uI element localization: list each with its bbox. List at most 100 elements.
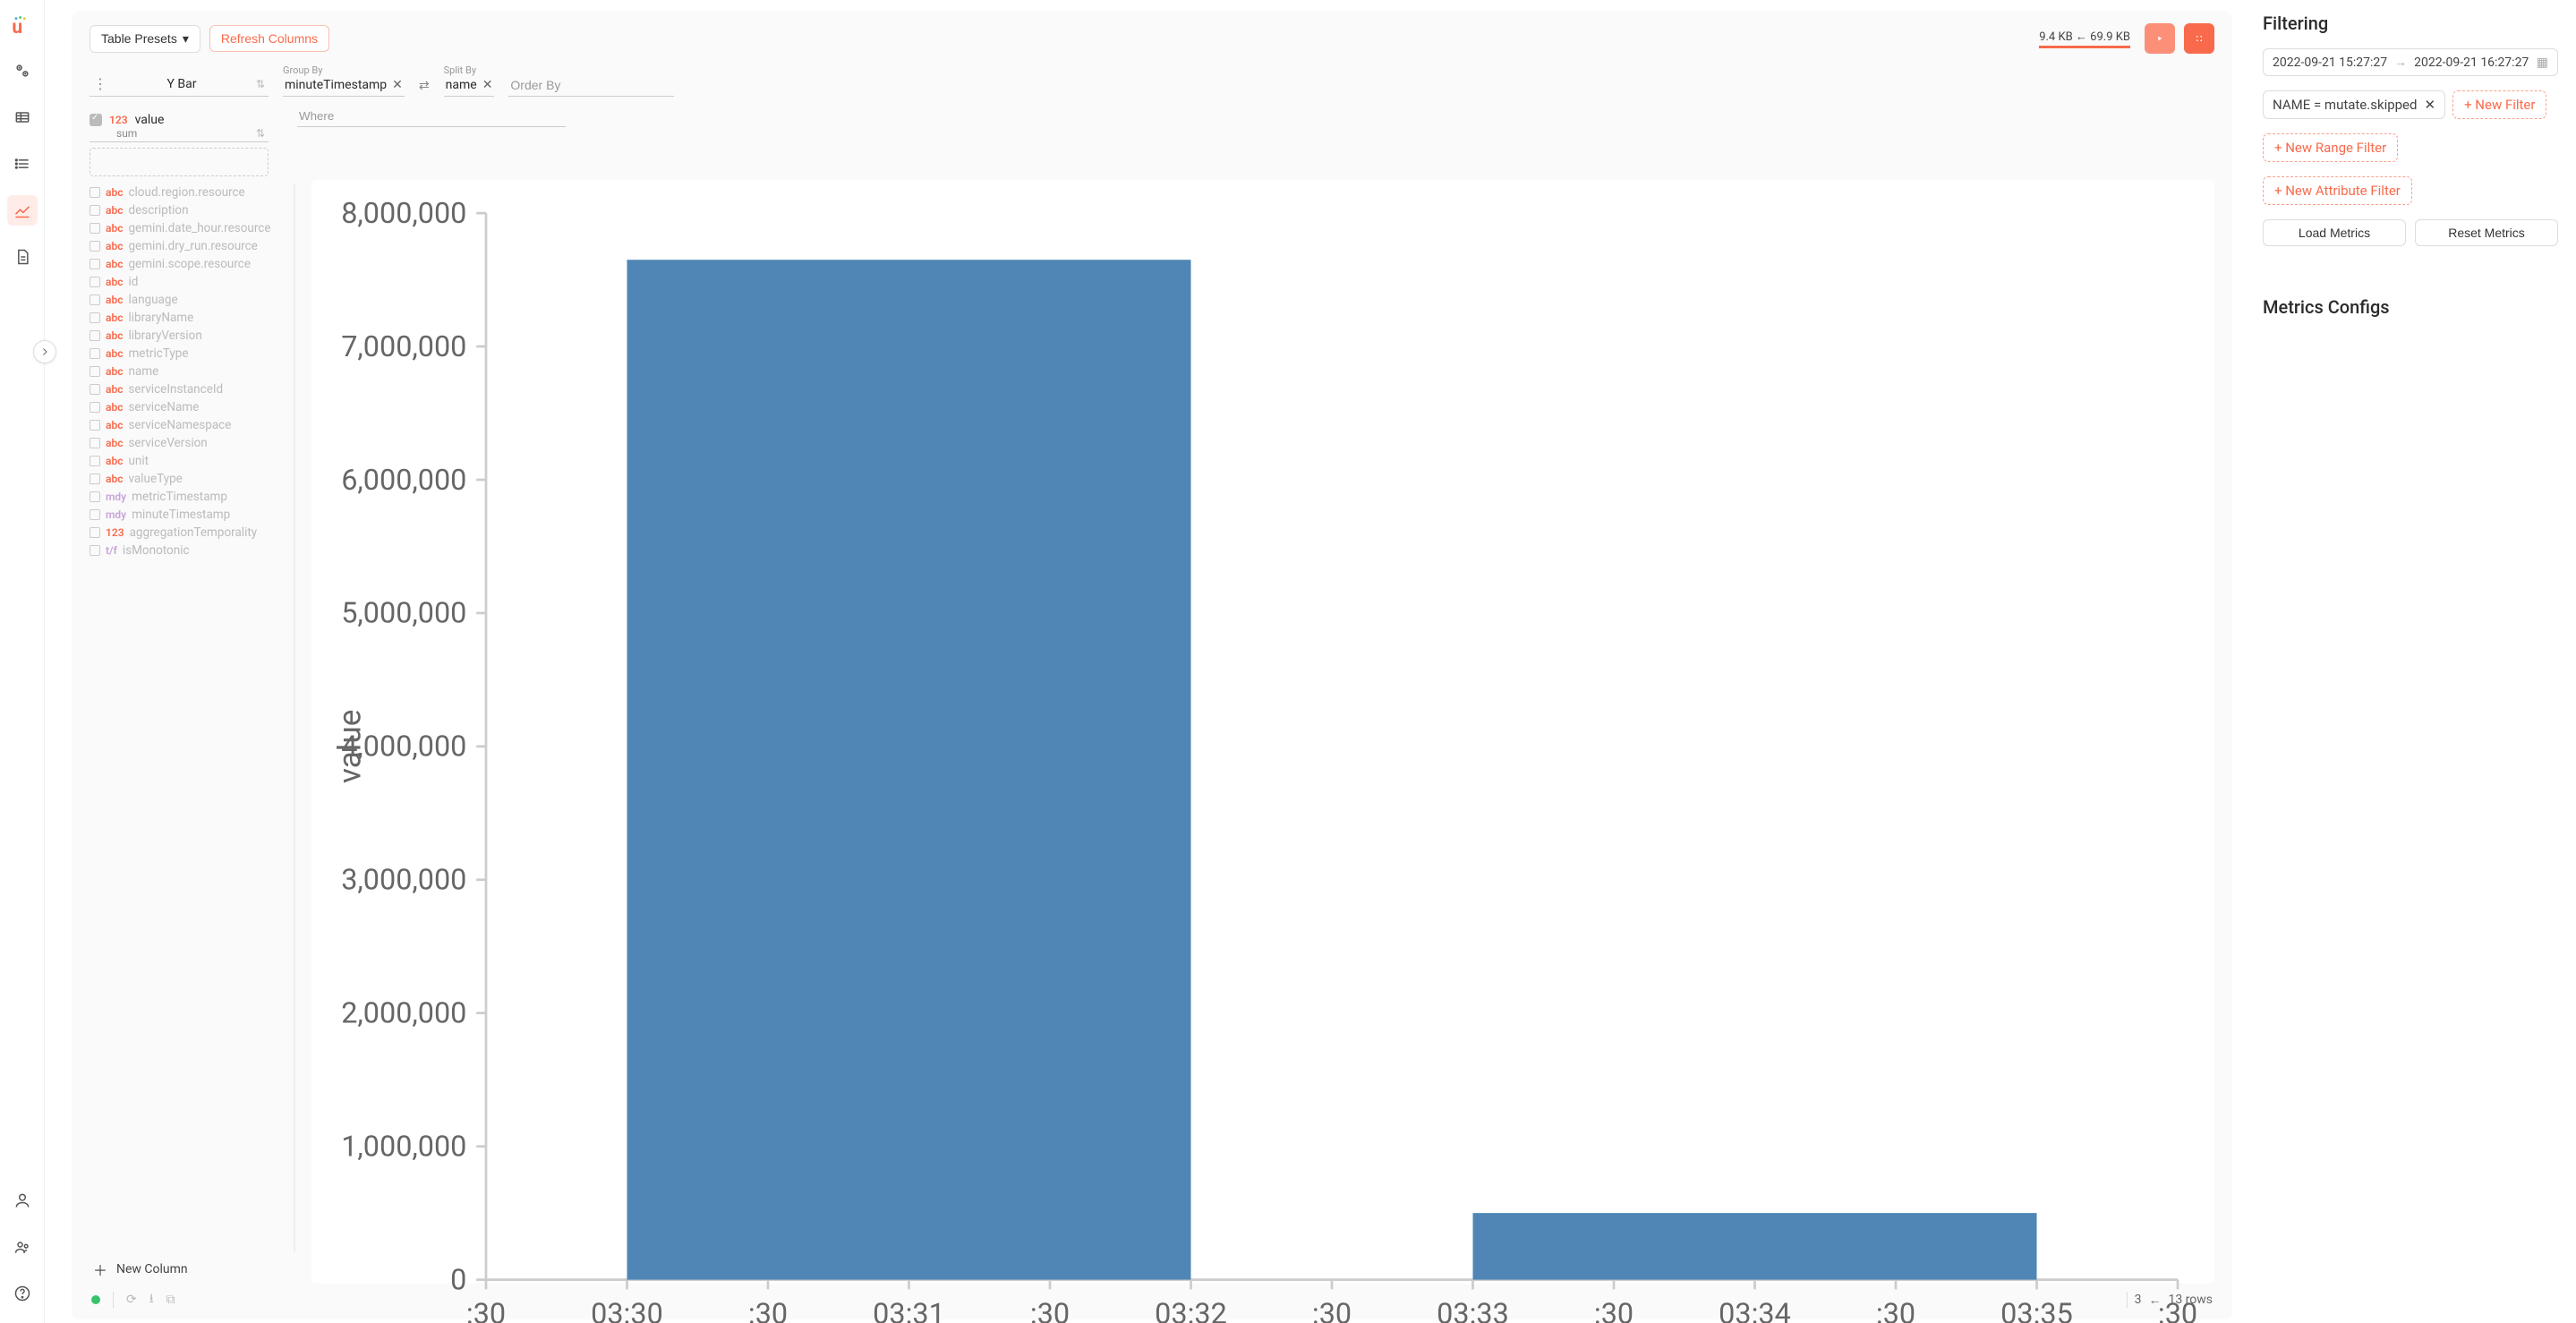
active-filter-chip[interactable]: NAME = mutate.skipped ✕ bbox=[2263, 90, 2445, 119]
checkbox-icon[interactable] bbox=[90, 205, 100, 216]
checkbox-icon[interactable] bbox=[90, 330, 100, 341]
field-item[interactable]: abcgemini.dry_run.resource bbox=[90, 237, 288, 255]
field-name: valueType bbox=[128, 472, 182, 486]
refresh-icon[interactable]: ⟳ bbox=[126, 1293, 137, 1307]
field-item[interactable]: abcmetricType bbox=[90, 345, 288, 363]
field-item[interactable]: t/fisMonotonic bbox=[90, 542, 288, 559]
nav-list-icon[interactable] bbox=[7, 149, 38, 179]
new-filter-button[interactable]: + New Filter bbox=[2452, 90, 2546, 119]
copy-icon[interactable]: ⧉ bbox=[166, 1293, 175, 1307]
field-type-badge: abc bbox=[106, 258, 123, 270]
checkbox-icon[interactable] bbox=[90, 366, 100, 377]
field-item[interactable]: abcgemini.date_hour.resource bbox=[90, 219, 288, 237]
new-range-filter-button[interactable]: + New Range Filter bbox=[2263, 133, 2398, 162]
drag-handle-icon[interactable]: ⋮ bbox=[93, 75, 107, 92]
field-item[interactable]: abcgemini.scope.resource bbox=[90, 255, 288, 273]
checkbox-icon[interactable] bbox=[90, 420, 100, 431]
nav-chart-icon[interactable] bbox=[7, 195, 38, 226]
nav-table-icon[interactable] bbox=[7, 102, 38, 132]
nav-document-icon[interactable] bbox=[7, 242, 38, 272]
svg-text:value: value bbox=[331, 710, 369, 784]
close-icon[interactable]: ✕ bbox=[392, 78, 403, 92]
orderby-input[interactable] bbox=[508, 74, 674, 97]
where-input[interactable] bbox=[297, 106, 566, 127]
svg-text::30: :30 bbox=[2158, 1296, 2197, 1323]
field-item[interactable]: abcserviceNamespace bbox=[90, 416, 288, 434]
checkbox-checked-icon[interactable] bbox=[90, 114, 102, 126]
calendar-icon[interactable]: ▦ bbox=[2537, 55, 2548, 70]
field-item[interactable]: 123aggregationTemporality bbox=[90, 524, 288, 542]
arrow-right-icon: → bbox=[2394, 55, 2407, 70]
field-item[interactable]: abcid bbox=[90, 273, 288, 291]
checkbox-icon[interactable] bbox=[90, 294, 100, 305]
field-item[interactable]: abcunit bbox=[90, 452, 288, 470]
run-button[interactable] bbox=[2145, 23, 2175, 54]
field-item[interactable]: abc libraryVersion bbox=[90, 327, 288, 345]
field-item[interactable]: abccloud.region.resource bbox=[90, 184, 288, 201]
divider bbox=[113, 1292, 114, 1308]
nav-user-icon[interactable] bbox=[7, 1185, 38, 1216]
checkbox-icon[interactable] bbox=[90, 241, 100, 252]
sort-icon[interactable]: ⇅ bbox=[256, 127, 265, 140]
field-type-badge: abc bbox=[106, 329, 123, 342]
table-presets-button[interactable]: Table Presets ▾ bbox=[90, 25, 200, 53]
checkbox-icon[interactable] bbox=[90, 491, 100, 502]
nav-team-icon[interactable] bbox=[7, 1232, 38, 1262]
field-item[interactable]: abcserviceName bbox=[90, 398, 288, 416]
close-icon[interactable]: ✕ bbox=[2424, 97, 2435, 113]
checkbox-icon[interactable] bbox=[90, 456, 100, 466]
checkbox-icon[interactable] bbox=[90, 312, 100, 323]
checkbox-icon[interactable] bbox=[90, 545, 100, 556]
checkbox-icon[interactable] bbox=[90, 402, 100, 413]
splitby-chip[interactable]: name ✕ bbox=[444, 76, 495, 97]
checkbox-icon[interactable] bbox=[90, 509, 100, 520]
value-row[interactable]: 123 value bbox=[90, 113, 283, 127]
download-icon[interactable]: ⭳ bbox=[149, 1289, 154, 1310]
field-item[interactable]: abclibraryName bbox=[90, 309, 288, 327]
rail-expand-button[interactable] bbox=[33, 340, 56, 363]
refresh-columns-button[interactable]: Refresh Columns bbox=[209, 25, 329, 52]
checkbox-icon[interactable] bbox=[90, 384, 100, 395]
field-dropzone[interactable] bbox=[90, 148, 269, 176]
field-name: libraryVersion bbox=[128, 329, 201, 343]
field-item[interactable]: mdyminuteTimestamp bbox=[90, 506, 288, 524]
field-item[interactable]: abclanguage bbox=[90, 291, 288, 309]
field-item[interactable]: abcname bbox=[90, 363, 288, 380]
swap-icon[interactable]: ⇄ bbox=[419, 79, 430, 97]
field-item[interactable]: mdymetricTimestamp bbox=[90, 488, 288, 506]
field-list[interactable]: abccloud.region.resourceabcdescriptionab… bbox=[90, 184, 295, 1251]
checkbox-icon[interactable] bbox=[90, 527, 100, 538]
field-name: libraryName bbox=[128, 311, 193, 325]
svg-text::30: :30 bbox=[1030, 1296, 1070, 1323]
nav-help-icon[interactable] bbox=[7, 1278, 38, 1309]
card-toolbar: Table Presets ▾ Refresh Columns 9.4 KB ←… bbox=[90, 23, 2214, 54]
checkbox-icon[interactable] bbox=[90, 223, 100, 234]
new-column-button[interactable]: ＋ New Column bbox=[90, 1251, 295, 1284]
field-item[interactable]: abcserviceVersion bbox=[90, 434, 288, 452]
reset-metrics-button[interactable]: Reset Metrics bbox=[2415, 219, 2558, 246]
load-metrics-button[interactable]: Load Metrics bbox=[2263, 219, 2406, 246]
new-attribute-filter-button[interactable]: + New Attribute Filter bbox=[2263, 176, 2412, 205]
close-icon[interactable]: ✕ bbox=[482, 78, 493, 92]
bar-chart[interactable]: 01,000,0002,000,0003,000,0004,000,0005,0… bbox=[317, 189, 2202, 1323]
nav-settings-icon[interactable] bbox=[7, 55, 38, 86]
checkbox-icon[interactable] bbox=[90, 277, 100, 287]
svg-text::30: :30 bbox=[748, 1296, 788, 1323]
checkbox-icon[interactable] bbox=[90, 187, 100, 198]
date-range-picker[interactable]: 2022-09-21 15:27:27 → 2022-09-21 16:27:2… bbox=[2263, 48, 2558, 76]
ybar-label: Y Bar bbox=[166, 77, 196, 91]
aggregation-select[interactable]: sum ⇅ bbox=[90, 127, 269, 142]
field-type-badge: abc bbox=[106, 383, 123, 396]
checkbox-icon[interactable] bbox=[90, 474, 100, 484]
config-row-1: ⋮ Y Bar ⇅ Group By minuteTimestamp ✕ ⇄ S… bbox=[90, 64, 2214, 97]
fullscreen-button[interactable] bbox=[2184, 23, 2214, 54]
field-item[interactable]: abcdescription bbox=[90, 201, 288, 219]
ybar-select[interactable]: ⋮ Y Bar ⇅ bbox=[90, 73, 269, 97]
groupby-chip[interactable]: minuteTimestamp ✕ bbox=[283, 76, 405, 97]
checkbox-icon[interactable] bbox=[90, 438, 100, 448]
checkbox-icon[interactable] bbox=[90, 259, 100, 269]
field-item[interactable]: abcserviceInstanceId bbox=[90, 380, 288, 398]
sort-icon[interactable]: ⇅ bbox=[256, 78, 265, 90]
checkbox-icon[interactable] bbox=[90, 348, 100, 359]
field-item[interactable]: abcvalueType bbox=[90, 470, 288, 488]
